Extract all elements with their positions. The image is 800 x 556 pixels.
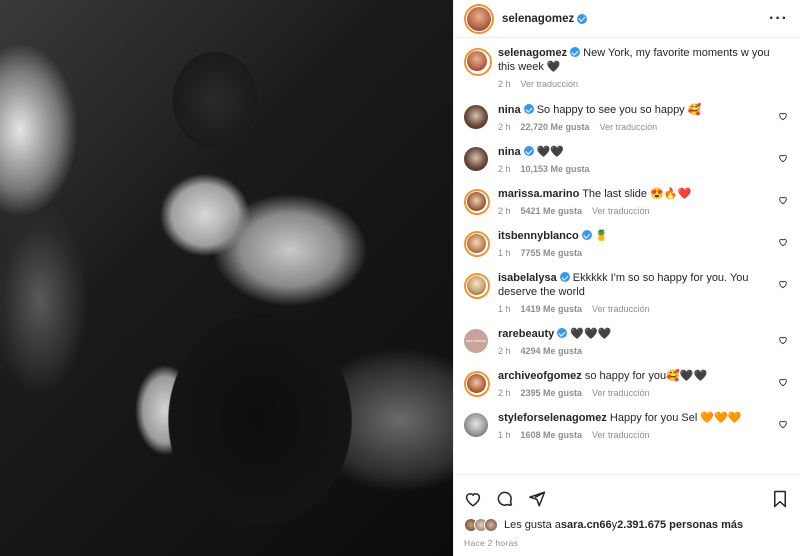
post-photo[interactable] (0, 0, 453, 556)
verified-icon (570, 47, 581, 57)
comment-time[interactable]: 2 h (498, 122, 511, 132)
comment-username[interactable]: marissa.marino (498, 188, 579, 200)
post-header: selenagomez ··· (454, 0, 800, 38)
verified-icon (581, 230, 592, 240)
bookmark-icon[interactable] (772, 490, 788, 508)
more-icon[interactable]: ··· (769, 10, 788, 27)
comment-text: The last slide 😍🔥❤️ (582, 188, 692, 200)
post-modal: selenagomez ··· selenagomez New York, my… (0, 0, 800, 556)
comment-avatar[interactable] (464, 273, 490, 299)
comment-likes[interactable]: 5421 Me gusta (521, 206, 583, 216)
comment-time[interactable]: 2 h (498, 388, 511, 398)
comment: styleforselenagomez Happy for you Sel 🧡🧡… (464, 411, 788, 440)
liker-avatars (464, 518, 498, 532)
verified-icon (559, 272, 570, 282)
comment-text: 🍍 (594, 230, 609, 242)
comment-icon[interactable] (496, 490, 514, 508)
comment-likes[interactable]: 1419 Me gusta (521, 304, 583, 314)
comment-username[interactable]: nina (498, 104, 521, 116)
comment: nina 🖤🖤 2 h 10,153 Me gusta (464, 145, 788, 174)
comment-text: So happy to see you so happy 🥰 (536, 104, 702, 116)
comment-avatar-image (467, 192, 486, 211)
likes-count[interactable]: 2.391.675 personas más (617, 519, 743, 531)
heart-icon[interactable] (778, 419, 788, 429)
caption: selenagomez New York, my favorite moment… (464, 46, 788, 89)
photo-image (0, 0, 453, 556)
comment-avatar[interactable] (464, 231, 490, 257)
comment-text: 🖤🖤🖤 (570, 328, 612, 340)
comment-text: Happy for you Sel 🧡🧡🧡 (609, 412, 742, 424)
verified-icon (523, 104, 534, 114)
comment-likes[interactable]: 4294 Me gusta (521, 346, 583, 356)
caption-avatar[interactable] (464, 48, 492, 76)
action-bar (454, 474, 800, 512)
comment-avatar[interactable]: rare beauty (464, 329, 488, 353)
comment: rare beauty rarebeauty 🖤🖤🖤 2 h 4294 Me gu… (464, 327, 788, 356)
comment-username[interactable]: itsbennyblanco (498, 230, 579, 242)
verified-icon (577, 13, 588, 24)
comment-translate[interactable]: Ver traducción (592, 206, 650, 216)
heart-icon[interactable] (464, 490, 482, 508)
comment-text: so happy for you🥰🖤🖤 (584, 370, 708, 382)
caption-time[interactable]: 2 h (498, 79, 511, 89)
post-sidebar: selenagomez ··· selenagomez New York, my… (453, 0, 800, 556)
comment-avatar[interactable] (464, 189, 490, 215)
comment-translate[interactable]: Ver traducción (592, 304, 650, 314)
comment: archiveofgomez so happy for you🥰🖤🖤 2 h 23… (464, 369, 788, 398)
comment-avatar[interactable] (464, 413, 488, 437)
post-time[interactable]: Hace 2 horas (454, 532, 800, 556)
comment-avatar[interactable] (464, 105, 488, 129)
author-avatar (467, 6, 491, 31)
author-avatar-ring[interactable] (464, 3, 494, 34)
comment: marissa.marino The last slide 😍🔥❤️ 2 h 54… (464, 187, 788, 216)
heart-icon[interactable] (778, 111, 788, 121)
caption-translate[interactable]: Ver traducción (521, 79, 579, 89)
comment-time[interactable]: 2 h (498, 346, 511, 356)
heart-icon[interactable] (778, 279, 788, 289)
comment-likes[interactable]: 22,720 Me gusta (521, 122, 590, 132)
comment-username[interactable]: nina (498, 146, 521, 158)
caption-avatar-image (467, 51, 487, 71)
comment-time[interactable]: 1 h (498, 430, 511, 440)
comment-time[interactable]: 2 h (498, 206, 511, 216)
heart-icon[interactable] (778, 237, 788, 247)
comment-avatar[interactable] (464, 371, 490, 397)
heart-icon[interactable] (778, 335, 788, 345)
comment-avatar-image (467, 234, 486, 253)
comment-translate[interactable]: Ver traducción (592, 430, 650, 440)
comment-username[interactable]: styleforselenagomez (498, 412, 607, 424)
comment-username[interactable]: rarebeauty (498, 328, 554, 340)
comments-list: selenagomez New York, my favorite moment… (454, 38, 800, 474)
comment-time[interactable]: 2 h (498, 164, 511, 174)
comment-avatar-image (467, 276, 486, 295)
author-username[interactable]: selenagomez (502, 13, 574, 25)
comment-time[interactable]: 1 h (498, 304, 511, 314)
heart-icon[interactable] (778, 377, 788, 387)
comment-translate[interactable]: Ver traducción (592, 388, 650, 398)
comment-avatar-image (467, 374, 486, 393)
likes-prefix: Les gusta a (504, 519, 561, 531)
comment-translate[interactable]: Ver traducción (600, 122, 658, 132)
comment: itsbennyblanco 🍍 1 h 7755 Me gusta (464, 229, 788, 258)
comment: nina So happy to see you so happy 🥰 2 h 2… (464, 103, 788, 132)
comment-likes[interactable]: 1608 Me gusta (521, 430, 583, 440)
heart-icon[interactable] (778, 153, 788, 163)
comment-username[interactable]: archiveofgomez (498, 370, 582, 382)
likes-summary: Les gusta a sara.cn66 y 2.391.675 person… (454, 512, 800, 532)
comment-time[interactable]: 1 h (498, 248, 511, 258)
share-icon[interactable] (528, 490, 546, 508)
verified-icon (523, 146, 534, 156)
comment-avatar[interactable] (464, 147, 488, 171)
comment-likes[interactable]: 7755 Me gusta (521, 248, 583, 258)
likes-user[interactable]: sara.cn66 (561, 519, 612, 531)
comment-text: 🖤🖤 (536, 146, 565, 158)
comment-likes[interactable]: 10,153 Me gusta (521, 164, 590, 174)
comment-username[interactable]: isabelalysa (498, 272, 557, 284)
verified-icon (557, 328, 568, 338)
liker-avatar (484, 518, 498, 532)
comment-likes[interactable]: 2395 Me gusta (521, 388, 583, 398)
heart-icon[interactable] (778, 195, 788, 205)
caption-username[interactable]: selenagomez (498, 47, 567, 59)
comment: isabelalysa Ekkkkk I'm so so happy for y… (464, 271, 788, 314)
